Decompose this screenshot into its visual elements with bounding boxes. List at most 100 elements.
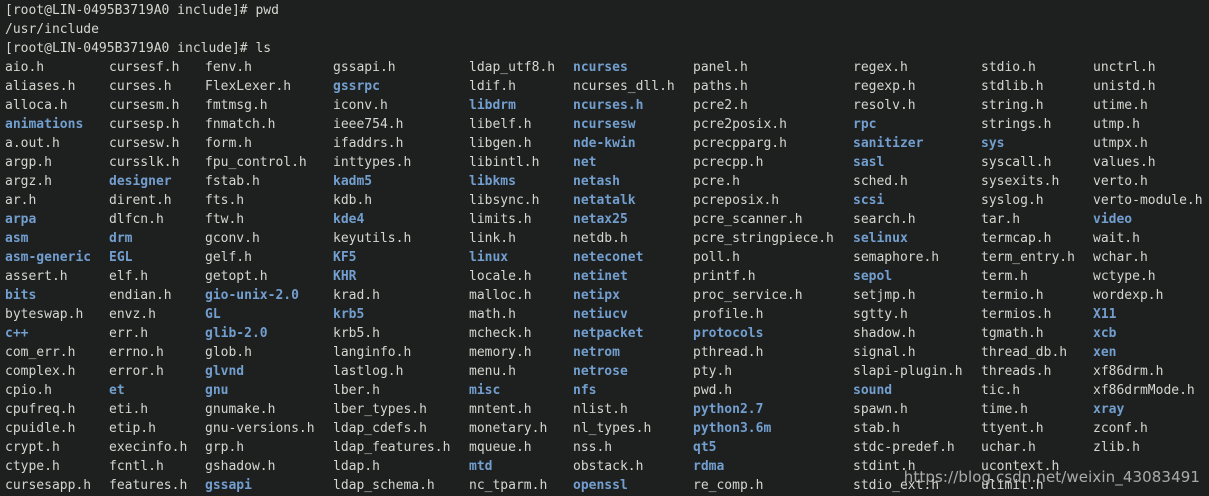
directory-entry: KHR — [333, 269, 357, 284]
file-entry: link.h — [469, 231, 516, 246]
file-entry: gssapi.h — [333, 60, 396, 75]
file-entry: fmtmsg.h — [205, 98, 268, 113]
directory-entry: bits — [5, 288, 37, 303]
file-entry: gelf.h — [205, 250, 252, 265]
directory-entry: asm-generic — [5, 250, 92, 265]
file-entry: ldap_utf8.h — [469, 60, 556, 75]
directory-entry: krb5 — [333, 307, 365, 322]
file-entry: etip.h — [109, 421, 156, 436]
file-entry: ctype.h — [5, 459, 60, 474]
file-entry: ldap.h — [333, 459, 380, 474]
file-entry: sysexits.h — [981, 174, 1060, 189]
file-entry: ieee754.h — [333, 117, 404, 132]
file-entry: wordexp.h — [1093, 288, 1164, 303]
directory-entry: ncurses — [573, 60, 628, 75]
file-entry: spawn.h — [853, 402, 908, 417]
directory-entry: python3.6m — [693, 421, 772, 436]
file-entry: utmpx.h — [1093, 136, 1148, 151]
file-entry: stab.h — [853, 421, 900, 436]
file-entry: complex.h — [5, 364, 76, 379]
directory-entry: netipx — [573, 288, 620, 303]
file-entry: thread_db.h — [981, 345, 1068, 360]
file-entry: ldif.h — [469, 79, 516, 94]
file-entry: cursesf.h — [109, 60, 180, 75]
file-entry: monetary.h — [469, 421, 548, 436]
file-entry: strings.h — [981, 117, 1052, 132]
file-entry: ldap_schema.h — [333, 478, 435, 493]
file-entry: fenv.h — [205, 60, 252, 75]
directory-entry: glvnd — [205, 364, 245, 379]
directory-entry: netatalk — [573, 193, 636, 208]
file-entry: signal.h — [853, 345, 916, 360]
file-entry: tar.h — [981, 212, 1021, 227]
directory-entry: gssrpc — [333, 79, 380, 94]
file-entry: wctype.h — [1093, 269, 1156, 284]
directory-entry: netax25 — [573, 212, 628, 227]
file-entry: langinfo.h — [333, 345, 412, 360]
file-entry: fnmatch.h — [205, 117, 276, 132]
file-entry: slapi-plugin.h — [853, 364, 963, 379]
file-entry: getopt.h — [205, 269, 268, 284]
prompt: [root@LIN-0495B3719A0 include]# — [5, 3, 248, 18]
pwd-output: /usr/include — [5, 22, 99, 37]
terminal-window[interactable]: [root@LIN-0495B3719A0 include]# pwd /usr… — [5, 0, 1209, 496]
file-entry: mcheck.h — [469, 326, 532, 341]
file-entry: shadow.h — [853, 326, 916, 341]
file-entry: grp.h — [205, 440, 245, 455]
directory-entry: sanitizer — [853, 136, 924, 151]
file-entry: pcre_scanner.h — [693, 212, 803, 227]
directory-entry: c++ — [5, 326, 29, 341]
file-entry: limits.h — [469, 212, 532, 227]
file-entry: term.h — [981, 269, 1028, 284]
directory-entry: gnu — [205, 383, 229, 398]
file-entry: pcre2posix.h — [693, 117, 787, 132]
file-entry: paths.h — [693, 79, 748, 94]
directory-entry: net — [573, 155, 597, 170]
command-pwd: pwd — [255, 3, 279, 18]
directory-entry: nde-kwin — [573, 136, 636, 151]
file-entry: err.h — [109, 326, 149, 341]
directory-entry: xray — [1093, 402, 1125, 417]
directory-entry: kde4 — [333, 212, 365, 227]
file-entry: utmp.h — [1093, 117, 1140, 132]
file-entry: string.h — [981, 98, 1044, 113]
directory-entry: linux — [469, 250, 509, 265]
file-entry: crypt.h — [5, 440, 60, 455]
file-entry: zlib.h — [1093, 440, 1140, 455]
prompt: [root@LIN-0495B3719A0 include]# — [5, 41, 248, 56]
file-entry: stdio.h — [981, 60, 1036, 75]
file-entry: panel.h — [693, 60, 748, 75]
file-entry: lber_types.h — [333, 402, 427, 417]
directory-entry: drm — [109, 231, 133, 246]
directory-entry: designer — [109, 174, 172, 189]
directory-entry: sys — [981, 136, 1005, 151]
directory-entry: netrom — [573, 345, 620, 360]
directory-entry: python2.7 — [693, 402, 764, 417]
directory-entry: sepol — [853, 269, 893, 284]
file-entry: pcre.h — [693, 174, 740, 189]
directory-entry: netpacket — [573, 326, 644, 341]
file-entry: resolv.h — [853, 98, 916, 113]
file-entry: unistd.h — [1093, 79, 1156, 94]
directory-entry: gssapi — [205, 478, 252, 493]
file-entry: time.h — [981, 402, 1028, 417]
directory-entry: X11 — [1093, 307, 1117, 322]
file-entry: stdc-predef.h — [853, 440, 955, 455]
file-entry: pcrecpp.h — [693, 155, 764, 170]
file-entry: a.out.h — [5, 136, 60, 151]
file-entry: pcrecpparg.h — [693, 136, 787, 151]
file-entry: ldap_cdefs.h — [333, 421, 427, 436]
file-entry: glob.h — [205, 345, 252, 360]
directory-entry: sound — [853, 383, 893, 398]
file-entry: error.h — [109, 364, 164, 379]
file-entry: xf86drm.h — [1093, 364, 1164, 379]
prompt-line-ls: [root@LIN-0495B3719A0 include]# ls — [5, 39, 271, 58]
file-entry: elf.h — [109, 269, 149, 284]
file-entry: fpu_control.h — [205, 155, 307, 170]
file-entry: ftw.h — [205, 212, 245, 227]
file-entry: pthread.h — [693, 345, 764, 360]
directory-entry: glib-2.0 — [205, 326, 268, 341]
file-entry: aliases.h — [5, 79, 76, 94]
directory-entry: KF5 — [333, 250, 357, 265]
file-entry: nc_tparm.h — [469, 478, 548, 493]
